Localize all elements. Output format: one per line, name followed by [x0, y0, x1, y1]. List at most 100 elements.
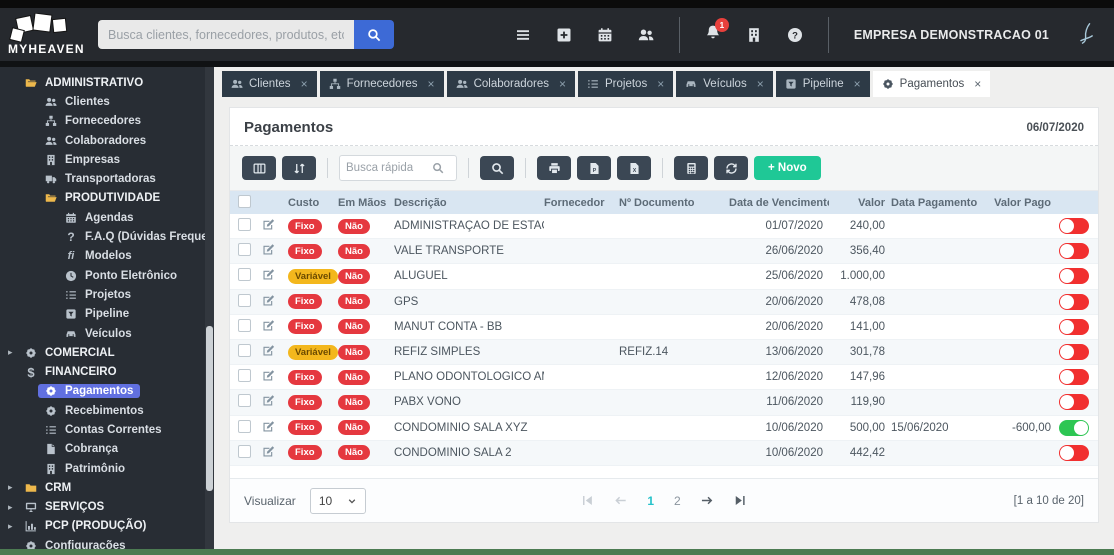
- sidebar-item-pagamentos[interactable]: Pagamentos: [0, 382, 205, 401]
- row-checkbox[interactable]: [238, 444, 251, 458]
- edit-icon[interactable]: [262, 294, 275, 307]
- pagination-prev-button[interactable]: [614, 494, 627, 507]
- edit-icon[interactable]: [262, 445, 275, 458]
- pagination-first-button[interactable]: [581, 494, 594, 507]
- row-checkbox[interactable]: [238, 369, 251, 383]
- paid-toggle[interactable]: [1059, 369, 1089, 386]
- pagination-page-1[interactable]: 1: [647, 494, 654, 508]
- pagination-page-2[interactable]: 2: [674, 494, 681, 508]
- sidebar-item-produtividade[interactable]: PRODUTIVIDADE: [0, 189, 205, 208]
- paid-toggle[interactable]: [1059, 394, 1089, 411]
- edit-icon[interactable]: [262, 218, 275, 231]
- menu-icon[interactable]: [515, 27, 531, 43]
- row-checkbox[interactable]: [238, 344, 251, 358]
- col-valor-pago[interactable]: Valor Pago: [987, 197, 1057, 209]
- sidebar-item-fornecedores[interactable]: Fornecedores: [0, 112, 205, 131]
- row-checkbox[interactable]: [238, 394, 251, 408]
- sidebar-item-empresas[interactable]: Empresas: [0, 150, 205, 169]
- sidebar-item-contas-correntes[interactable]: Contas Correntes: [0, 420, 205, 439]
- sidebar-item-patrimonio[interactable]: Patrimônio: [0, 459, 205, 478]
- calculator-button[interactable]: [674, 156, 708, 180]
- close-icon[interactable]: ×: [559, 77, 566, 91]
- close-icon[interactable]: ×: [974, 77, 981, 91]
- edit-icon[interactable]: [262, 369, 275, 382]
- paid-toggle[interactable]: [1059, 419, 1089, 436]
- help-icon[interactable]: ?: [787, 27, 803, 43]
- sidebar-item-administrativo[interactable]: ADMINISTRATIVO: [0, 73, 205, 92]
- notifications-button[interactable]: 1: [705, 18, 729, 45]
- tab-pagamentos[interactable]: Pagamentos ×: [872, 71, 991, 97]
- sidebar-item-pcp-producao[interactable]: ▸ PCP (PRODUÇÃO): [0, 517, 205, 536]
- paid-toggle[interactable]: [1059, 344, 1089, 361]
- close-icon[interactable]: ×: [757, 77, 764, 91]
- sidebar-item-cobranca[interactable]: Cobrança: [0, 440, 205, 459]
- sidebar-item-recebimentos[interactable]: Recebimentos: [0, 401, 205, 420]
- sidebar-item-clientes[interactable]: Clientes: [0, 92, 205, 111]
- close-icon[interactable]: ×: [854, 77, 861, 91]
- tab-veiculos[interactable]: Veículos ×: [676, 71, 773, 97]
- edit-icon[interactable]: [262, 394, 275, 407]
- print-button[interactable]: [537, 156, 571, 180]
- edit-icon[interactable]: [262, 243, 275, 256]
- expand-arrow-icon[interactable]: ▸: [8, 482, 13, 493]
- col-valor[interactable]: Valor: [829, 197, 891, 209]
- global-search-button[interactable]: [354, 20, 394, 49]
- paid-toggle[interactable]: [1059, 444, 1089, 461]
- myheaven-logo[interactable]: MYHEAVEN: [0, 12, 98, 57]
- row-checkbox[interactable]: [238, 218, 251, 232]
- sidebar-item-colaboradores[interactable]: Colaboradores: [0, 131, 205, 150]
- expand-arrow-icon[interactable]: ▸: [8, 521, 13, 532]
- select-all-checkbox[interactable]: [238, 194, 251, 208]
- edit-icon[interactable]: [262, 344, 275, 357]
- close-icon[interactable]: ×: [301, 77, 308, 91]
- tab-clientes[interactable]: Clientes ×: [222, 71, 317, 97]
- edit-icon[interactable]: [262, 268, 275, 281]
- row-checkbox[interactable]: [238, 419, 251, 433]
- col-fornecedor[interactable]: Fornecedor: [544, 197, 619, 209]
- new-button[interactable]: + Novo: [754, 156, 821, 180]
- global-search-input[interactable]: [98, 20, 354, 49]
- sidebar-item-agendas[interactable]: Agendas: [0, 208, 205, 227]
- tab-pipeline[interactable]: Pipeline ×: [775, 71, 870, 97]
- refresh-button[interactable]: [714, 156, 748, 180]
- calendar-icon[interactable]: [597, 27, 613, 43]
- col-descricao[interactable]: Descrição: [394, 197, 544, 209]
- paid-toggle[interactable]: [1059, 268, 1089, 285]
- sidebar-item-modelos[interactable]: fi Modelos: [0, 247, 205, 266]
- sidebar-item-configuracoes[interactable]: Configurações: [0, 536, 205, 549]
- sidebar-item-pipeline[interactable]: Pipeline: [0, 305, 205, 324]
- expand-arrow-icon[interactable]: ▸: [8, 347, 13, 358]
- page-size-select[interactable]: 10: [309, 487, 366, 514]
- advanced-search-button[interactable]: [480, 156, 514, 180]
- add-icon[interactable]: [556, 27, 572, 43]
- sidebar-item-transportadoras[interactable]: Transportadoras: [0, 169, 205, 188]
- sidebar-item-projetos[interactable]: Projetos: [0, 285, 205, 304]
- tab-fornecedores[interactable]: Fornecedores ×: [319, 71, 444, 97]
- sidebar-item-comercial[interactable]: ▸ COMERCIAL: [0, 343, 205, 362]
- row-checkbox[interactable]: [238, 293, 251, 307]
- pagination-next-button[interactable]: [701, 494, 714, 507]
- sidebar-item-f-a-q-duvidas-frequentes[interactable]: ? F.A.Q (Dúvidas Frequentes): [0, 227, 205, 246]
- sort-button[interactable]: [282, 156, 316, 180]
- sidebar-item-crm[interactable]: ▸ CRM: [0, 478, 205, 497]
- columns-button[interactable]: [242, 156, 276, 180]
- users-icon[interactable]: [638, 27, 654, 43]
- expand-arrow-icon[interactable]: ▸: [8, 502, 13, 513]
- close-icon[interactable]: ×: [428, 77, 435, 91]
- col-em-maos[interactable]: Em Mãos: [338, 197, 394, 209]
- quick-search-input[interactable]: [346, 162, 432, 174]
- export-excel-button[interactable]: X: [617, 156, 651, 180]
- paid-toggle[interactable]: [1059, 293, 1089, 310]
- paid-toggle[interactable]: [1059, 243, 1089, 260]
- row-checkbox[interactable]: [238, 243, 251, 257]
- col-custo[interactable]: Custo: [288, 197, 338, 209]
- row-checkbox[interactable]: [238, 268, 251, 282]
- sidebar-item-ponto-eletronico[interactable]: Ponto Eletrônico: [0, 266, 205, 285]
- col-data-de-vencimento[interactable]: Data de Vencimento: [729, 197, 829, 209]
- pagination-last-button[interactable]: [734, 494, 747, 507]
- export-pdf-button[interactable]: P: [577, 156, 611, 180]
- paid-toggle[interactable]: [1059, 218, 1089, 235]
- edit-icon[interactable]: [262, 420, 275, 433]
- close-icon[interactable]: ×: [657, 77, 664, 91]
- tab-colaboradores[interactable]: Colaboradores ×: [446, 71, 576, 97]
